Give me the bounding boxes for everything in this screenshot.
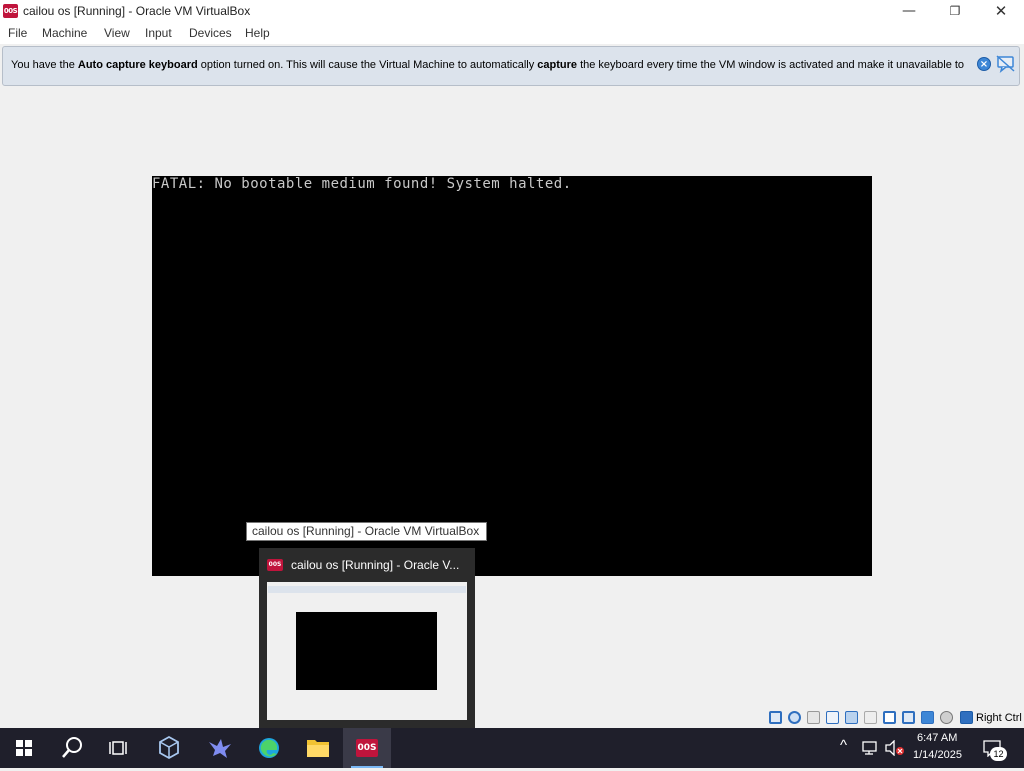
preview-app-icon: 00S	[267, 559, 283, 571]
title-bar: 00S cailou os [Running] - Oracle VM Virt…	[0, 0, 1024, 23]
taskbar-bird-app[interactable]	[195, 728, 243, 768]
recording-icon[interactable]	[921, 711, 934, 724]
vm-status-bar: Right Ctrl	[766, 709, 1024, 727]
floppy-icon[interactable]	[807, 711, 820, 724]
windows-taskbar: 00S ^ 6:47 AM 1/14/2025 12	[0, 728, 1024, 768]
clock-time[interactable]: 6:47 AM	[917, 732, 957, 744]
banner-close-icon[interactable]: ×	[977, 57, 991, 71]
display-icon[interactable]	[902, 711, 915, 724]
taskbar-thumbnail-preview[interactable]: 00S cailou os [Running] - Oracle V...	[259, 548, 475, 729]
start-icon	[16, 740, 32, 756]
taskbar-edge[interactable]	[245, 728, 293, 768]
taskbar-file-explorer[interactable]	[294, 728, 342, 768]
task-view-icon	[109, 741, 127, 755]
edge-icon	[259, 738, 279, 758]
hard-disk-icon[interactable]	[769, 711, 782, 724]
menu-view[interactable]: View	[104, 26, 130, 40]
task-view-button[interactable]	[96, 728, 144, 768]
thumbnail-vm-screen	[296, 612, 437, 690]
network-status-icon[interactable]	[860, 740, 880, 756]
menu-input[interactable]: Input	[145, 26, 172, 40]
usb-icon[interactable]	[864, 711, 877, 724]
vm-window-icon: 00S	[356, 739, 378, 757]
banner-bold-text: capture	[537, 59, 578, 71]
search-icon	[62, 737, 82, 758]
console-message: FATAL: No bootable medium found! System …	[152, 176, 572, 192]
banner-do-not-show-icon[interactable]	[996, 55, 1016, 73]
banner-message: You have the Auto capture keyboard optio…	[11, 59, 964, 71]
banner-text-part: option turned on. This will cause the Vi…	[197, 59, 538, 71]
notification-count-badge: 12	[990, 747, 1007, 761]
tray-chevron-icon[interactable]: ^	[840, 737, 847, 754]
host-key-label[interactable]: Right Ctrl	[976, 712, 1022, 724]
close-button[interactable]: ✕	[978, 0, 1024, 23]
audio-icon[interactable]	[826, 711, 839, 724]
virtualbox-icon	[159, 735, 179, 760]
window-title: cailou os [Running] - Oracle VM VirtualB…	[23, 4, 251, 18]
vm-display[interactable]: FATAL: No bootable medium found! System …	[152, 176, 872, 576]
banner-text-part: the keyboard every time the VM window is…	[577, 59, 965, 71]
thumbnail-banner	[268, 586, 466, 593]
file-explorer-icon	[307, 740, 329, 757]
taskbar-virtualbox[interactable]	[145, 728, 193, 768]
taskbar-tooltip: cailou os [Running] - Oracle VM VirtualB…	[246, 522, 487, 541]
banner-bold-text: Auto capture keyboard	[77, 59, 198, 71]
mouse-integration-icon[interactable]	[960, 711, 973, 724]
auto-capture-banner: You have the Auto capture keyboard optio…	[2, 46, 1020, 86]
shared-folders-icon[interactable]	[883, 711, 896, 724]
preview-title: cailou os [Running] - Oracle V...	[291, 558, 460, 572]
cpu-icon[interactable]	[940, 711, 953, 724]
optical-drive-icon[interactable]	[788, 711, 801, 724]
start-button[interactable]	[0, 728, 48, 768]
preview-thumbnail[interactable]	[267, 582, 467, 720]
minimize-button[interactable]: —	[886, 0, 932, 23]
menu-machine[interactable]: Machine	[42, 26, 87, 40]
search-button[interactable]	[48, 728, 96, 768]
menu-devices[interactable]: Devices	[189, 26, 232, 40]
maximize-button[interactable]: ❐	[932, 0, 978, 23]
bird-app-icon	[209, 739, 231, 758]
menu-file[interactable]: File	[8, 26, 27, 40]
menu-bar: File Machine View Input Devices Help	[0, 23, 1024, 44]
taskbar-vm-window[interactable]: 00S	[343, 728, 391, 768]
network-icon[interactable]	[845, 711, 858, 724]
menu-help[interactable]: Help	[245, 26, 270, 40]
banner-text-part: You have the	[11, 59, 78, 71]
app-icon: 00S	[3, 4, 18, 18]
clock-date[interactable]: 1/14/2025	[913, 749, 962, 761]
volume-muted-icon[interactable]	[884, 740, 906, 756]
